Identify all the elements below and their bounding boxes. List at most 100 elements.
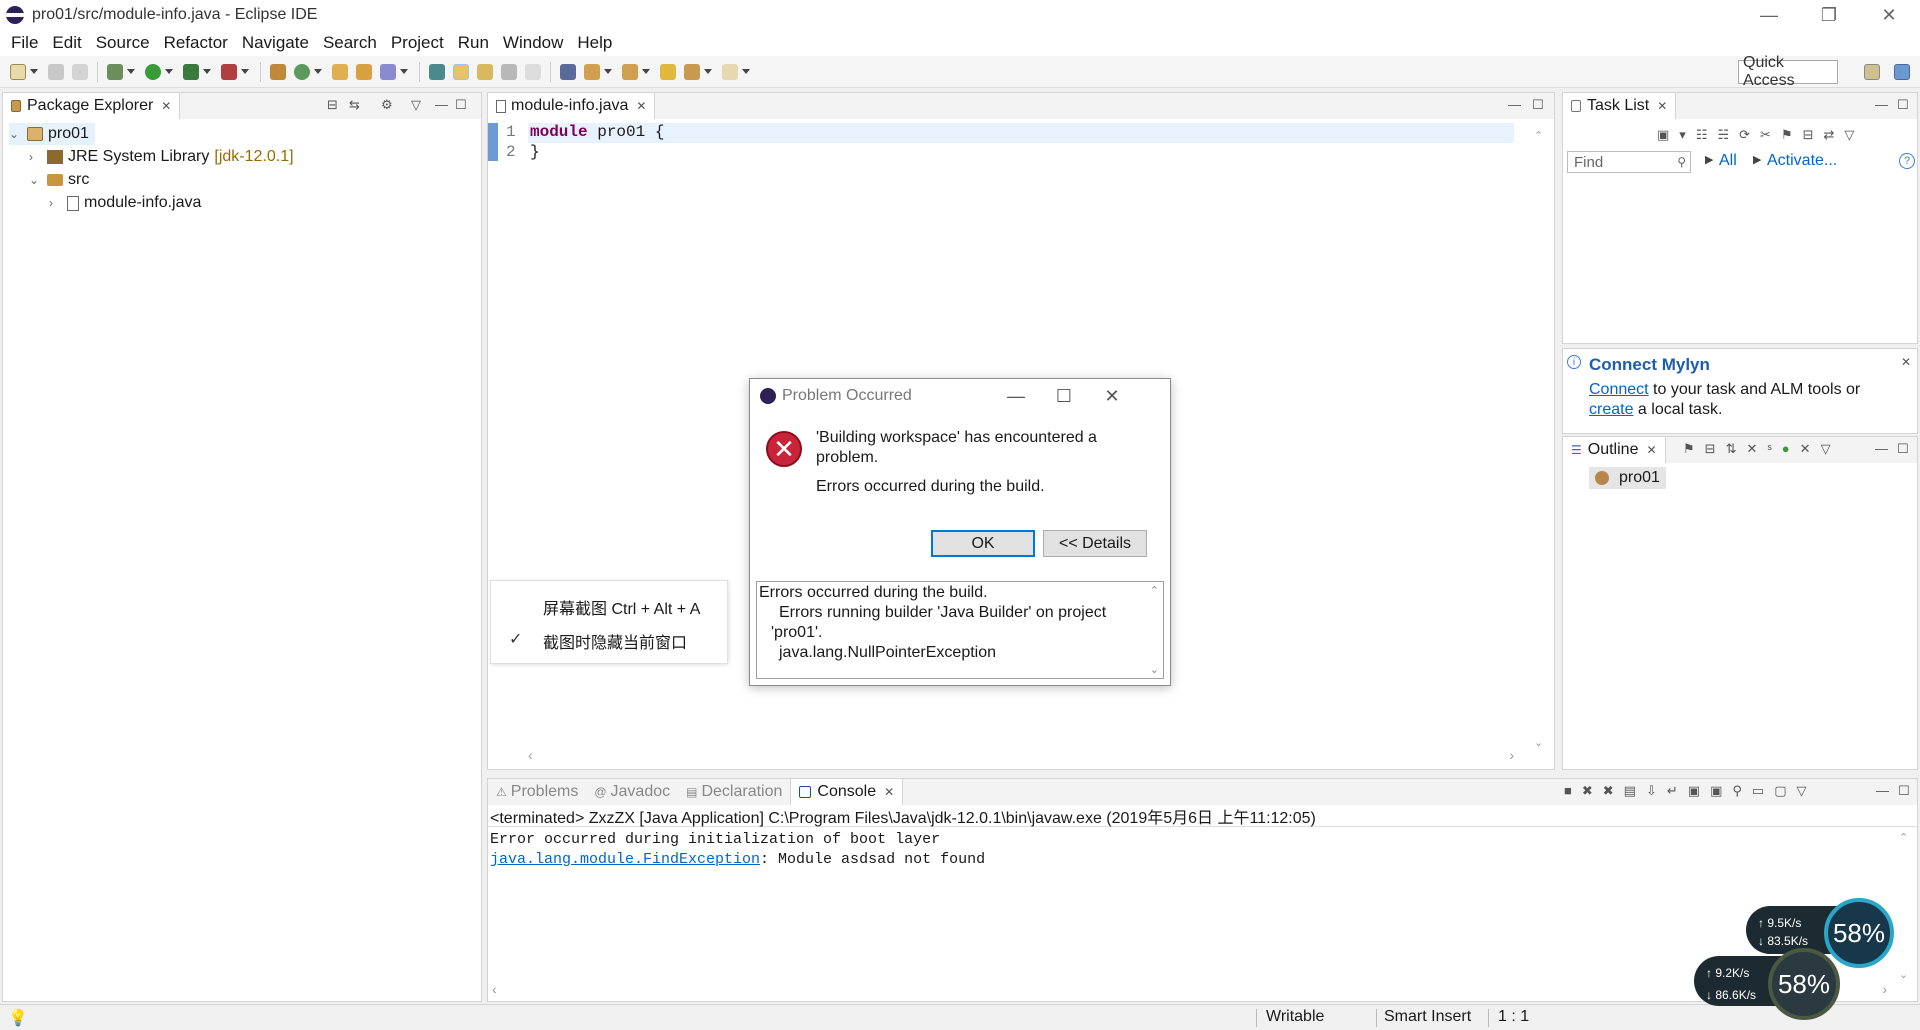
coverage-dropdown-icon[interactable] [203,69,211,74]
debug-icon[interactable] [107,63,123,80]
new-class-dropdown-icon[interactable] [314,69,322,74]
tree-item-project[interactable]: ⌄ pro01 [9,123,95,145]
menu-source[interactable]: Source [89,33,157,53]
menu-window[interactable]: Window [496,33,570,53]
terminate-icon[interactable]: ■ [1564,783,1572,799]
hide-static-icon[interactable]: ˢ [1767,441,1771,457]
scroll-down-icon[interactable]: ⌄ [1150,663,1159,676]
chevron-down-icon[interactable]: ⌄ [29,173,43,187]
maximize-view-icon[interactable]: ☐ [1532,97,1544,113]
repository-icon[interactable]: ⇄ [1824,127,1835,143]
search-tool-icon[interactable] [380,63,396,80]
close-icon[interactable]: ✕ [1646,443,1656,457]
tab-console[interactable]: Console ✕ [790,779,904,805]
focus-icon[interactable]: ⚑ [1683,441,1695,457]
tree-item-jre[interactable]: › JRE System Library [jdk-12.0.1] [29,146,294,168]
scroll-lock-icon[interactable]: ⇩ [1646,783,1657,799]
close-icon[interactable]: ✕ [884,785,894,799]
close-button[interactable]: ✕ [1860,0,1918,30]
next-annotation-dropdown-icon[interactable] [604,69,612,74]
menu-item-screenshot[interactable]: 屏幕截图 Ctrl + Alt + A [543,595,700,619]
new-icon[interactable] [10,63,26,80]
synchronize-icon[interactable]: ⟳ [1739,127,1750,143]
debug-dropdown-icon[interactable] [127,69,135,74]
menu-project[interactable]: Project [384,33,451,53]
search-dropdown-icon[interactable] [400,69,408,74]
scroll-down-icon[interactable]: ⌄ [1899,968,1908,981]
tab-module-info[interactable]: module-info.java ✕ [488,93,656,119]
previous-annotation-dropdown-icon[interactable] [642,69,650,74]
lightbulb-icon[interactable]: 💡 [8,1008,28,1028]
new-class-icon[interactable] [294,63,310,80]
menu-item-hide-window[interactable]: 截图时隐藏当前窗口 [543,629,687,653]
scroll-left-icon[interactable]: ‹ [528,747,533,763]
categorized-icon[interactable]: ☷ [1696,127,1708,143]
tab-javadoc[interactable]: @ Javadoc [586,779,679,805]
task-find-input[interactable]: Find ⚲ [1567,151,1691,173]
previous-annotation-icon[interactable] [622,63,638,80]
scroll-right-icon[interactable]: › [1509,747,1514,763]
minimize-view-icon[interactable]: — [1875,441,1888,456]
open-type-icon[interactable] [332,63,348,80]
minimize-button[interactable]: — [996,383,1036,409]
maximize-view-icon[interactable]: ☐ [1898,783,1910,799]
close-icon[interactable]: ✕ [161,99,171,113]
sort-icon[interactable]: ⇅ [1726,441,1737,457]
tab-package-explorer[interactable]: Package Explorer ✕ [3,93,181,119]
link-with-editor-icon[interactable]: ⇆ [349,97,360,113]
maximize-view-icon[interactable]: ☐ [1897,441,1909,457]
help-icon[interactable]: ? [1899,153,1915,169]
activate-link[interactable]: Activate... [1767,152,1837,170]
all-link[interactable]: All [1719,152,1737,170]
remove-launch-icon[interactable]: ✖ [1582,783,1593,799]
minimize-button[interactable]: — [1740,0,1798,30]
tab-outline[interactable]: ☰ Outline ✕ [1563,437,1666,463]
maximize-button[interactable]: ☐ [1044,383,1084,409]
tree-item-src[interactable]: ⌄ src [29,169,89,191]
hide-nonpublic-icon[interactable]: ● [1782,441,1790,457]
vertical-scrollbar[interactable]: ⌃ ⌄ [1899,831,1911,981]
mark-occurrences-icon[interactable] [453,63,469,80]
toggle-breadcrumb-icon[interactable] [429,63,445,80]
tab-problems[interactable]: ⚠ Problems [488,779,587,805]
view-menu-icon[interactable]: ▽ [1844,127,1854,143]
hide-local-types-icon[interactable]: ✕ [1800,441,1811,457]
menu-navigate[interactable]: Navigate [235,33,316,53]
menu-file[interactable]: File [4,33,45,53]
menu-run[interactable]: Run [451,33,496,53]
menu-edit[interactable]: Edit [45,33,88,53]
dropdown-icon[interactable]: ▾ [1679,127,1686,143]
close-button[interactable]: ✕ [1092,383,1132,409]
collapse-all-icon[interactable]: ⊟ [1803,127,1814,143]
menu-refactor[interactable]: Refactor [157,33,235,53]
scheduled-icon[interactable]: ☵ [1717,127,1729,143]
display-console-icon[interactable]: ▭ [1752,783,1764,799]
horizontal-scrollbar[interactable]: ‹ › [528,747,1514,763]
details-button[interactable]: << Details [1043,530,1147,557]
maximize-view-icon[interactable]: ☐ [455,97,467,113]
open-task-icon[interactable] [356,63,372,80]
open-perspective-icon[interactable] [1864,64,1880,80]
chevron-right-icon[interactable]: › [49,196,63,210]
clear-console-icon[interactable]: ▤ [1624,783,1636,799]
view-menu-icon[interactable]: ▽ [411,97,421,113]
horizontal-scrollbar[interactable]: ‹ › [492,981,1887,997]
open-console-icon[interactable]: ▢ [1774,783,1786,799]
word-wrap-icon[interactable]: ↵ [1667,783,1678,799]
scroll-up-icon[interactable]: ⌃ [1150,584,1159,597]
last-edit-location-icon[interactable] [660,63,676,80]
run-dropdown-icon[interactable] [165,69,173,74]
show-on-stdout-icon[interactable]: ▣ [1688,783,1700,799]
network-speed-widget[interactable]: ↑ 9.5K/s ↓ 83.5K/s 58% ↑ 9.2K/s ↓ 86.6K/… [1690,896,1900,1026]
scroll-left-icon[interactable]: ‹ [492,981,497,997]
run-icon[interactable] [145,63,161,80]
chevron-down-icon[interactable]: ⌄ [9,127,23,141]
close-icon[interactable]: ✕ [636,99,646,113]
hide-fields-icon[interactable]: ✕ [1746,441,1757,457]
view-menu-icon[interactable]: ▽ [1821,441,1831,457]
remove-all-launches-icon[interactable]: ✖ [1603,783,1614,799]
ok-button[interactable]: OK [931,530,1035,557]
close-icon[interactable]: ✕ [1657,99,1667,113]
show-on-stderr-icon[interactable]: ▣ [1710,783,1722,799]
hide-completed-icon[interactable]: ✂ [1760,127,1771,143]
